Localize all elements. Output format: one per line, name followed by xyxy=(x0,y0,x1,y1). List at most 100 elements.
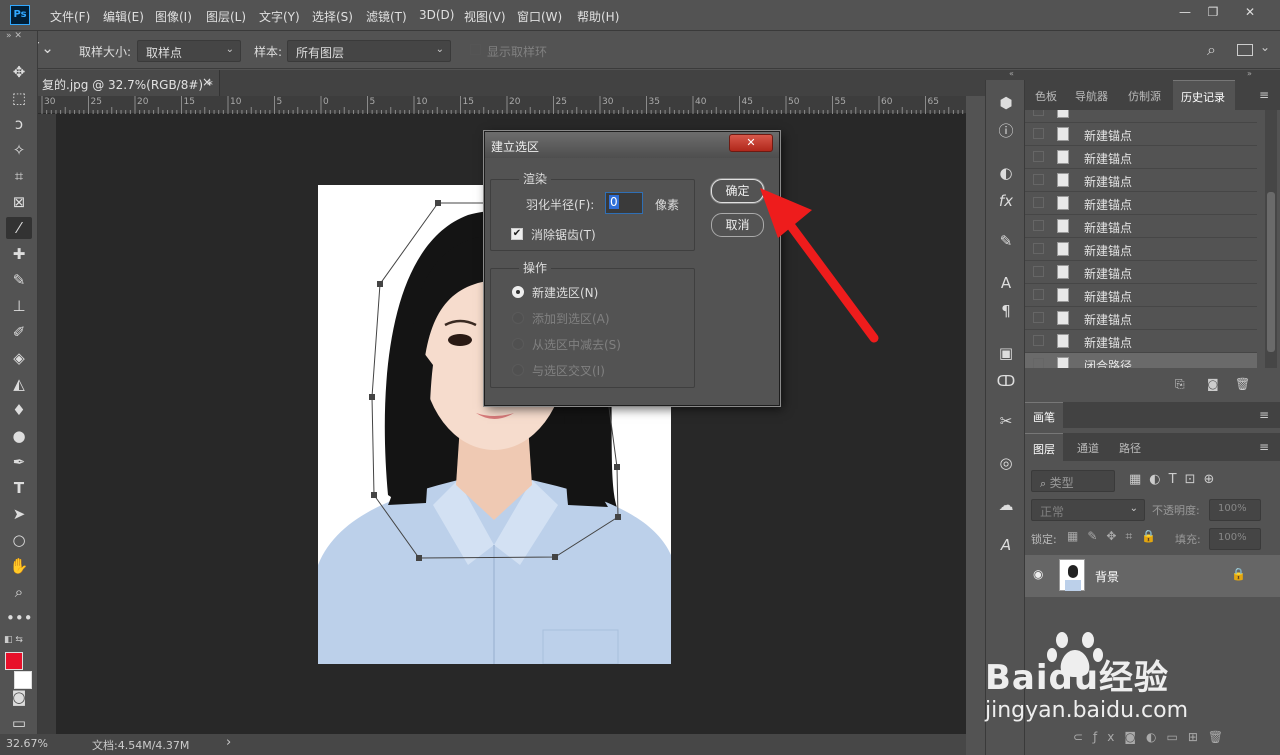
foreground-color-swatch[interactable] xyxy=(5,652,23,670)
lasso-tool-icon[interactable]: ↄ xyxy=(6,113,32,135)
workspace-icon[interactable] xyxy=(1237,44,1253,56)
show-ring-checkbox[interactable] xyxy=(470,44,481,55)
path-selection-tool-icon[interactable]: ➤ xyxy=(6,503,32,525)
sample-select[interactable]: 所有图层 ⌄ xyxy=(287,40,451,62)
menu-window[interactable]: 窗口(W) xyxy=(517,8,562,25)
type-tool-icon[interactable]: T xyxy=(6,477,32,499)
status-menu-arrow[interactable]: › xyxy=(226,735,231,750)
3d-icon[interactable]: ⬢ xyxy=(994,92,1018,114)
snapshot-checkbox[interactable] xyxy=(1033,335,1044,346)
snapshot-checkbox[interactable] xyxy=(1033,312,1044,323)
brush-tool-icon[interactable]: ✎ xyxy=(6,269,32,291)
styles-icon[interactable]: fx xyxy=(994,190,1018,212)
tab-layers[interactable]: 图层 xyxy=(1025,433,1063,461)
snapshot-checkbox[interactable] xyxy=(1033,174,1044,185)
history-item[interactable]: 新建锚点 xyxy=(1025,215,1257,238)
marquee-tool-icon[interactable]: ⬚ xyxy=(6,87,32,109)
stamp-tool-icon[interactable]: ⊥ xyxy=(6,295,32,317)
menu-layer[interactable]: 图层(L) xyxy=(206,8,246,25)
tab-paths[interactable]: 路径 xyxy=(1111,433,1149,463)
dodge-tool-icon[interactable]: ● xyxy=(6,425,32,447)
hand-tool-icon[interactable]: ✋ xyxy=(6,555,32,577)
snapshot-checkbox[interactable] xyxy=(1033,358,1044,368)
eraser-tool-icon[interactable]: ◈ xyxy=(6,347,32,369)
history-item[interactable]: 新建锚点 xyxy=(1025,192,1257,215)
blur-tool-icon[interactable]: ♦ xyxy=(6,399,32,421)
blend-mode-select[interactable]: 正常 ⌄ xyxy=(1031,499,1145,521)
clone-source-icon[interactable]: ▣ xyxy=(994,342,1018,364)
opacity-input[interactable]: 100% xyxy=(1209,499,1261,521)
layer-name[interactable]: 背景 xyxy=(1095,568,1119,585)
history-item[interactable]: 新建锚点 xyxy=(1025,238,1257,261)
history-item[interactable]: 新建锚点 xyxy=(1025,307,1257,330)
info-icon[interactable]: ⓘ xyxy=(994,120,1018,142)
antialias-checkbox[interactable]: ✔ xyxy=(511,228,523,240)
tab-clone-source[interactable]: 仿制源 xyxy=(1120,80,1169,110)
snapshot-checkbox[interactable] xyxy=(1033,266,1044,277)
glyphs-icon[interactable]: ↀ xyxy=(994,370,1018,392)
menu-type[interactable]: 文字(Y) xyxy=(259,8,300,25)
trash-icon[interactable]: 🗑 xyxy=(1235,377,1250,391)
new-document-from-state-icon[interactable]: ⎘ xyxy=(1175,377,1185,392)
history-brush-tool-icon[interactable]: ✐ xyxy=(6,321,32,343)
restore-button[interactable]: ❐ xyxy=(1203,4,1223,20)
healing-brush-tool-icon[interactable]: ✚ xyxy=(6,243,32,265)
menu-3d[interactable]: 3D(D) xyxy=(419,8,454,22)
paragraph-icon[interactable]: ¶ xyxy=(994,300,1018,322)
crop-tool-icon[interactable]: ⌗ xyxy=(6,165,32,187)
menu-filter[interactable]: 滤镜(T) xyxy=(366,8,407,25)
close-tab-icon[interactable]: × xyxy=(202,75,212,89)
menu-file[interactable]: 文件(F) xyxy=(50,8,90,25)
libraries-icon[interactable]: ◎ xyxy=(994,452,1018,474)
history-item[interactable]: 闭合路径 xyxy=(1025,353,1257,368)
pen-tool-icon[interactable]: ✒ xyxy=(6,451,32,473)
menu-view[interactable]: 视图(V) xyxy=(464,8,506,25)
history-item[interactable]: 新建锚点 xyxy=(1025,146,1257,169)
tab-navigator[interactable]: 导航器 xyxy=(1067,80,1116,110)
snapshot-checkbox[interactable] xyxy=(1033,289,1044,300)
quick-mask-icon[interactable]: ◙ xyxy=(6,686,32,708)
history-item[interactable] xyxy=(1025,110,1257,123)
fill-input[interactable]: 100% xyxy=(1209,528,1261,550)
tab-channels[interactable]: 通道 xyxy=(1069,433,1107,463)
menu-select[interactable]: 选择(S) xyxy=(312,8,353,25)
snapshot-checkbox[interactable] xyxy=(1033,128,1044,139)
feather-input[interactable]: 0 xyxy=(605,192,643,214)
tab-history[interactable]: 历史记录 xyxy=(1173,80,1235,110)
layer-filter-select[interactable]: ⌕ 类型 xyxy=(1031,470,1115,492)
collapse-icon[interactable]: « xyxy=(1009,69,1014,78)
radio-intersect-selection[interactable] xyxy=(512,364,524,376)
menu-edit[interactable]: 编辑(E) xyxy=(103,8,144,25)
paint-bucket-tool-icon[interactable]: ◭ xyxy=(6,373,32,395)
history-item[interactable]: 新建锚点 xyxy=(1025,330,1257,353)
frame-tool-icon[interactable]: ⊠ xyxy=(6,191,32,213)
more-tools-icon[interactable]: ••• xyxy=(6,607,33,629)
chevron-down-icon[interactable]: ⌄ xyxy=(1260,40,1270,54)
collapse-icon[interactable]: » ✕ xyxy=(6,31,22,41)
visibility-eye-icon[interactable]: ◉ xyxy=(1033,567,1043,581)
snapshot-checkbox[interactable] xyxy=(1033,197,1044,208)
minimize-button[interactable]: — xyxy=(1175,4,1195,20)
lock-icons[interactable]: ▦✎✥⌗🔒 xyxy=(1067,529,1165,544)
glyph-a-icon[interactable]: A xyxy=(994,534,1018,556)
zoom-level[interactable]: 32.67% xyxy=(6,737,48,750)
character-icon[interactable]: A xyxy=(994,272,1018,294)
brush-settings-icon[interactable]: ✎ xyxy=(994,230,1018,252)
camera-icon[interactable]: ◙ xyxy=(1207,377,1219,391)
creative-cloud-icon[interactable]: ☁ xyxy=(994,494,1018,516)
panel-menu-icon[interactable]: ≡ xyxy=(1259,440,1269,454)
screen-mode-icon[interactable]: ▭ xyxy=(6,712,32,734)
collapse-icon[interactable]: » xyxy=(1247,69,1252,78)
panel-menu-icon[interactable]: ≡ xyxy=(1259,88,1269,102)
filter-icons[interactable]: ▦◐T⊡⊕ xyxy=(1129,472,1222,487)
document-tab[interactable]: 复的.jpg @ 32.7%(RGB/8#) * × xyxy=(38,70,220,96)
close-window-button[interactable]: ✕ xyxy=(1240,4,1260,20)
radio-add-to-selection[interactable] xyxy=(512,312,524,324)
sample-size-select[interactable]: 取样点 ⌄ xyxy=(137,40,241,62)
zoom-tool-icon[interactable]: ⌕ xyxy=(6,581,32,603)
search-icon[interactable]: ⌕ xyxy=(1207,40,1216,60)
eyedropper-tool-icon[interactable]: ⁄ xyxy=(6,217,32,239)
dialog-close-button[interactable]: ✕ xyxy=(729,134,773,152)
history-scrollbar[interactable] xyxy=(1265,110,1277,368)
tool-presets-icon[interactable]: ✂ xyxy=(994,410,1018,432)
